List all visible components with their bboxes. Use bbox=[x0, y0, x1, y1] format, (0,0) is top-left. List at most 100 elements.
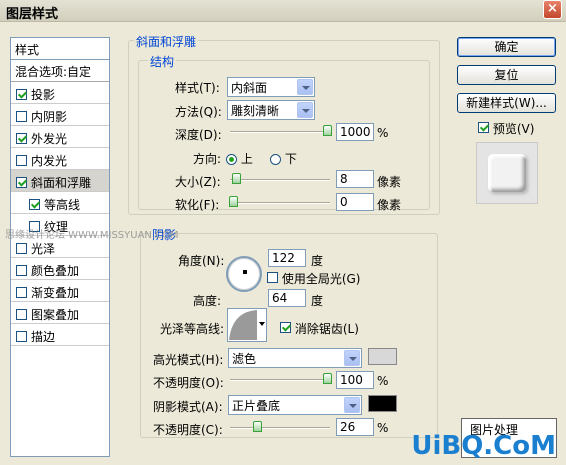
style-item-label: 描边 bbox=[31, 329, 56, 344]
checkbox-icon[interactable] bbox=[16, 242, 27, 254]
style-item[interactable]: 渐变叠加 bbox=[11, 280, 109, 302]
shadow-mode-value: 正片叠底 bbox=[232, 399, 281, 413]
style-item[interactable]: 内发光 bbox=[11, 148, 109, 170]
shadow-opacity-label: 不透明度(C): bbox=[153, 423, 223, 437]
blend-options-item[interactable]: 混合选项:自定 bbox=[11, 60, 109, 82]
close-button[interactable]: × bbox=[543, 0, 562, 19]
direction-label: 方向: bbox=[193, 152, 222, 166]
checkbox-icon bbox=[267, 272, 278, 283]
highlight-mode-value: 滤色 bbox=[232, 352, 257, 366]
style-item[interactable]: 斜面和浮雕 bbox=[11, 170, 109, 192]
checkbox-checked-icon bbox=[478, 122, 489, 133]
watermark-left: 思缘设计论坛 WWW.MISSYUAN.COM bbox=[5, 230, 179, 241]
checkbox-icon[interactable] bbox=[16, 330, 27, 342]
style-item-label: 斜面和浮雕 bbox=[31, 175, 92, 190]
chevron-down-icon bbox=[344, 397, 360, 413]
style-item[interactable]: 颜色叠加 bbox=[11, 258, 109, 280]
style-item-label: 内发光 bbox=[31, 153, 68, 168]
chevron-down-icon bbox=[297, 79, 313, 95]
soften-slider[interactable] bbox=[229, 196, 330, 207]
altitude-input[interactable]: 64 bbox=[268, 289, 306, 307]
style-item-label: 光泽 bbox=[31, 241, 56, 256]
highlight-opacity-unit: % bbox=[377, 374, 389, 388]
style-item[interactable]: 内阴影 bbox=[11, 104, 109, 126]
style-item[interactable]: 图案叠加 bbox=[11, 302, 109, 324]
highlight-opacity-slider[interactable] bbox=[230, 373, 332, 384]
style-select[interactable]: 内斜面 bbox=[227, 77, 315, 97]
new-style-button[interactable]: 新建样式(W)... bbox=[457, 93, 556, 113]
checkbox-checked-icon bbox=[280, 322, 291, 333]
checkbox-icon[interactable] bbox=[16, 286, 27, 298]
depth-slider[interactable] bbox=[230, 125, 332, 136]
angle-dial-indicator-icon bbox=[243, 270, 247, 274]
style-item[interactable]: 投影 bbox=[11, 82, 109, 104]
size-slider-thumb[interactable] bbox=[231, 173, 241, 184]
style-item-label: 渐变叠加 bbox=[31, 285, 80, 300]
size-input[interactable]: 8 bbox=[336, 170, 374, 188]
checkbox-icon[interactable] bbox=[16, 308, 27, 320]
soften-slider-thumb[interactable] bbox=[229, 196, 238, 207]
direction-up-radio[interactable]: 上 bbox=[226, 150, 253, 167]
style-item-label: 颜色叠加 bbox=[31, 263, 80, 278]
shadow-mode-select[interactable]: 正片叠底 bbox=[228, 395, 362, 415]
radio-off-icon bbox=[270, 154, 281, 165]
method-select-value: 雕刻清晰 bbox=[231, 104, 280, 118]
depth-input[interactable]: 1000 bbox=[336, 123, 374, 141]
depth-unit: % bbox=[377, 126, 389, 140]
shadow-opacity-unit: % bbox=[377, 421, 389, 435]
gloss-contour-picker[interactable] bbox=[227, 308, 267, 342]
highlight-opacity-input[interactable]: 100 bbox=[336, 371, 374, 389]
checkbox-icon[interactable] bbox=[16, 264, 27, 276]
shadow-opacity-slider[interactable] bbox=[230, 421, 330, 432]
bevel-group-title: 斜面和浮雕 bbox=[134, 33, 199, 50]
shadow-opacity-input[interactable]: 26 bbox=[336, 418, 374, 436]
shadow-mode-label: 阴影模式(A): bbox=[153, 400, 223, 414]
direction-down-radio[interactable]: 下 bbox=[270, 150, 297, 167]
highlight-opacity-thumb[interactable] bbox=[323, 373, 332, 384]
title-bar: 图层样式 × bbox=[0, 0, 566, 22]
checkbox-checked-icon[interactable] bbox=[29, 198, 40, 210]
style-list-header[interactable]: 样式 bbox=[11, 38, 109, 60]
angle-label: 角度(N): bbox=[178, 254, 225, 268]
direction-down-label: 下 bbox=[284, 152, 297, 166]
shadow-color-swatch[interactable] bbox=[368, 395, 397, 412]
preview-checkbox[interactable]: 预览(V) bbox=[478, 120, 534, 137]
size-label: 大小(Z): bbox=[175, 175, 221, 189]
angle-input[interactable]: 122 bbox=[268, 249, 306, 267]
style-select-value: 内斜面 bbox=[231, 81, 268, 95]
altitude-unit: 度 bbox=[311, 294, 324, 308]
highlight-mode-select[interactable]: 滤色 bbox=[228, 348, 362, 368]
method-select[interactable]: 雕刻清晰 bbox=[227, 100, 315, 120]
style-item-label: 投影 bbox=[31, 87, 56, 102]
style-item-label: 图案叠加 bbox=[31, 307, 80, 322]
checkbox-checked-icon[interactable] bbox=[16, 132, 27, 144]
antialias-checkbox[interactable]: 消除锯齿(L) bbox=[280, 320, 359, 337]
style-label: 样式(T): bbox=[175, 81, 220, 95]
soften-input[interactable]: 0 bbox=[336, 193, 374, 211]
chevron-down-icon bbox=[297, 102, 313, 118]
checkbox-icon[interactable] bbox=[16, 154, 27, 166]
style-item[interactable]: 描边 bbox=[11, 324, 109, 346]
style-item[interactable]: 等高线 bbox=[11, 192, 109, 214]
shadow-opacity-thumb[interactable] bbox=[253, 421, 263, 432]
checkbox-icon[interactable] bbox=[16, 110, 27, 122]
antialias-label: 消除锯齿(L) bbox=[294, 322, 359, 336]
ok-button[interactable]: 确定 bbox=[457, 37, 556, 57]
method-label: 方法(Q): bbox=[175, 105, 222, 119]
gloss-contour-label: 光泽等高线: bbox=[160, 322, 225, 336]
window-title: 图层样式 bbox=[6, 7, 59, 22]
depth-slider-thumb[interactable] bbox=[323, 125, 332, 136]
preview-label: 预览(V) bbox=[492, 122, 535, 136]
soften-unit: 像素 bbox=[377, 198, 402, 212]
reset-button[interactable]: 复位 bbox=[457, 65, 556, 85]
highlight-color-swatch[interactable] bbox=[368, 348, 397, 365]
depth-label: 深度(D): bbox=[175, 128, 222, 142]
global-light-checkbox[interactable]: 使用全局光(G) bbox=[267, 270, 361, 287]
style-item-label: 等高线 bbox=[44, 197, 81, 212]
angle-dial[interactable] bbox=[226, 256, 262, 292]
style-item[interactable]: 外发光 bbox=[11, 126, 109, 148]
checkbox-checked-icon[interactable] bbox=[16, 176, 27, 188]
size-slider[interactable] bbox=[230, 173, 330, 184]
checkbox-checked-icon[interactable] bbox=[16, 88, 27, 100]
style-list: 样式 混合选项:自定 投影 内阴影 外发光 内发光 斜面和浮雕 等高线 纹理 光泽 颜色叠加 渐变… bbox=[10, 37, 110, 457]
